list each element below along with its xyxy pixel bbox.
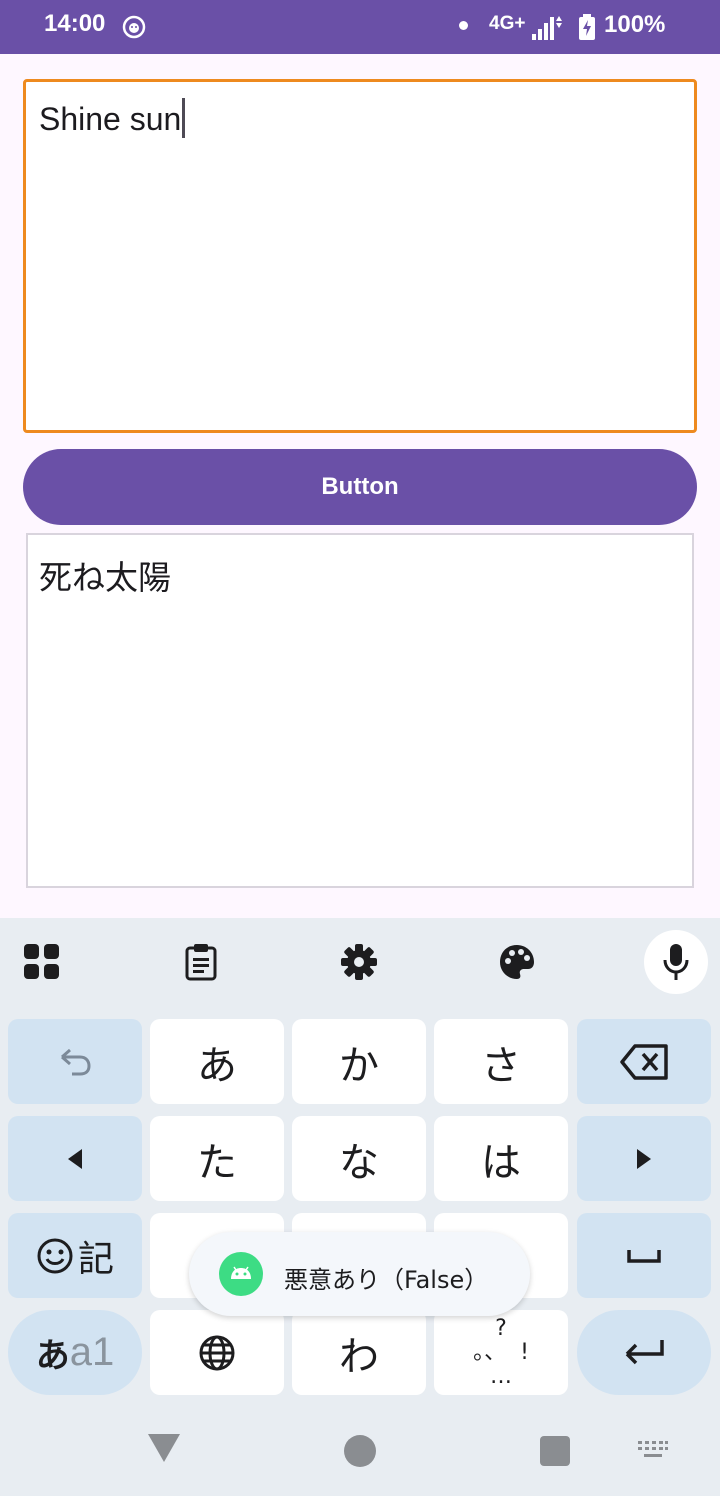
kigou-label: 記 [77,1238,114,1280]
punct-exclamation: ! [520,1339,529,1365]
network-type: 4G+ [489,13,526,34]
status-bar: 14:00 4G+ 100% [0,0,720,54]
software-keyboard [0,918,720,1496]
output-text-area[interactable]: 死ね太陽 [26,533,694,888]
key-ta[interactable]: た [150,1116,284,1201]
enter-key[interactable] [577,1310,711,1395]
punct-question: ? [495,1315,507,1341]
left-arrow-icon [68,1148,82,1169]
language-key[interactable] [150,1310,284,1395]
text-input-field[interactable]: Shine sun [23,79,697,433]
space-key[interactable] [577,1213,711,1298]
globe-icon [199,1335,235,1370]
microphone-button[interactable] [644,930,708,994]
output-value: 死ね太陽 [39,558,171,597]
punct-marks: 。、 [473,1339,507,1365]
backspace-key[interactable] [577,1019,711,1104]
settings-gear-icon[interactable] [339,942,379,982]
undo-key[interactable] [8,1019,142,1104]
enter-icon [625,1339,664,1364]
toast-message: 悪意あり（False） [189,1232,530,1316]
palette-icon[interactable] [497,942,537,982]
status-time: 14:00 [44,10,106,37]
apps-grid-icon[interactable] [22,942,62,982]
nav-back-icon[interactable] [146,1432,182,1464]
battery-percent: 100% [604,11,666,38]
text-cursor [182,98,186,138]
toast-text: 悪意あり（False） [284,1266,489,1294]
punct-ellipsis: … [490,1363,512,1389]
android-notification-icon [122,15,146,39]
android-robot-icon [219,1252,263,1296]
translate-button[interactable]: Button [23,449,697,525]
mode-hiragana-label: あ [35,1336,70,1376]
input-mode-switch-key[interactable]: あ a1 [8,1310,142,1395]
screen: 14:00 4G+ 100% Shine sun Button 死ね太陽 あ か… [0,0,720,1496]
key-ha[interactable]: は [434,1116,568,1201]
battery-charging-icon [579,14,595,40]
input-text-wrap: Shine sun [39,98,186,138]
undo-icon [61,1048,91,1075]
notification-dot-icon [459,21,468,30]
cursor-left-key[interactable] [8,1116,142,1201]
mode-latin-label: a1 [69,1330,115,1374]
key-sa[interactable]: さ [434,1019,568,1104]
nav-home-icon[interactable] [344,1435,376,1467]
punctuation-key[interactable]: ? 。、! … [434,1310,568,1395]
right-arrow-icon [637,1148,651,1169]
microphone-icon [663,944,689,980]
space-icon [627,1249,661,1263]
key-na[interactable]: な [292,1116,426,1201]
nav-recents-icon[interactable] [540,1436,570,1466]
key-wa[interactable]: わ [292,1310,426,1395]
cursor-right-key[interactable] [577,1116,711,1201]
input-value: Shine sun [39,101,182,137]
emoji-kigou-key[interactable]: 記 [8,1213,142,1298]
keyboard-switch-icon[interactable] [637,1440,669,1462]
clipboard-icon[interactable] [181,942,221,982]
backspace-icon [620,1043,668,1080]
key-ka[interactable]: か [292,1019,426,1104]
cell-signal-icon [532,16,562,40]
emoji-icon [37,1238,73,1273]
key-a[interactable]: あ [150,1019,284,1104]
